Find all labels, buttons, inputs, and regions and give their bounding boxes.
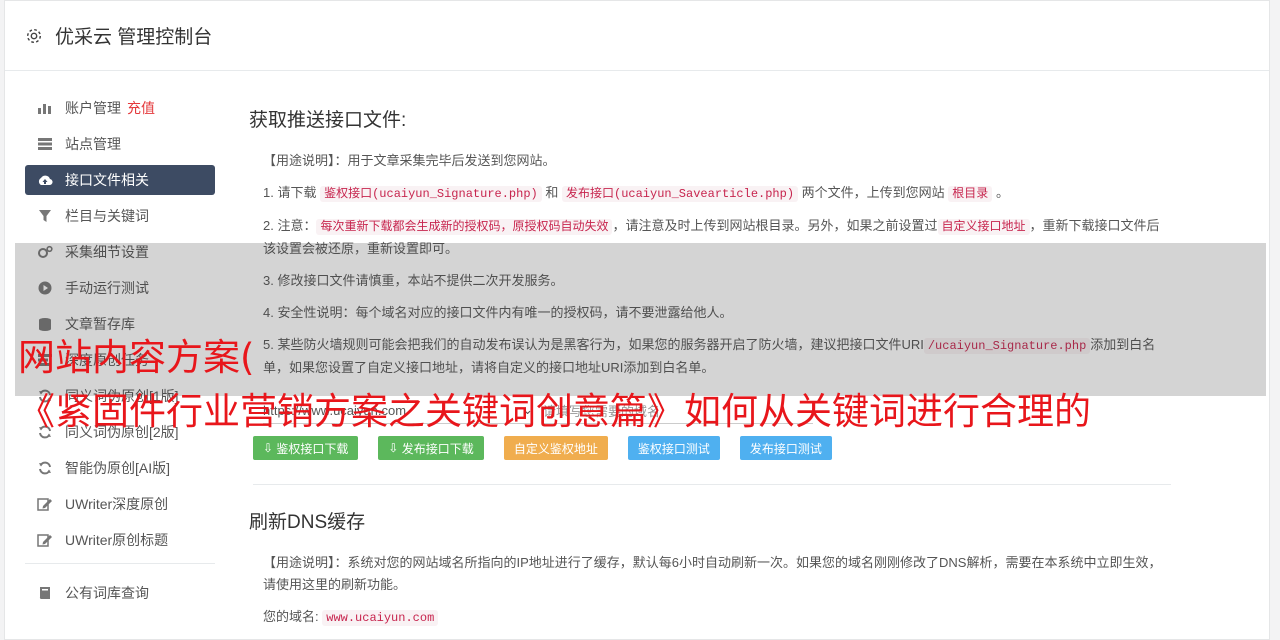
domain-label: 您的域名:: [263, 609, 319, 624]
button-label: 自定义鉴权地址: [513, 441, 598, 456]
button-label: 发布接口下载: [401, 441, 474, 456]
recharge-link[interactable]: 充值: [127, 98, 155, 118]
cloud-upload-icon: [37, 172, 53, 188]
sidebar-item-label: 栏目与关键词: [65, 208, 149, 224]
code-auth-warning: 每次重新下载都会生成新的授权码，原授权码自动失效: [316, 219, 613, 235]
dns-usage-note: 【用途说明】：系统对您的网站域名所指向的IP地址进行了缓存，默认每6小时自动刷新…: [263, 552, 1169, 596]
auth-test-button[interactable]: 鉴权接口测试: [627, 436, 720, 460]
sidebar-item-label: 公有词库查询: [65, 585, 149, 601]
text: 两个文件，上传到您网站: [801, 185, 945, 200]
instruction-1: 1. 请下载 鉴权接口(ucaiyun_Signature.php) 和 发布接…: [263, 182, 1169, 205]
button-label: 发布接口测试: [749, 441, 822, 456]
bar-chart-icon: [37, 100, 53, 116]
sidebar-item-uwriter-title[interactable]: UWriter原创标题: [25, 525, 215, 555]
sidebar-item-label: 账户管理: [65, 100, 121, 116]
sidebar-item-account[interactable]: 账户管理 充值: [25, 93, 215, 123]
sidebar-item-sites[interactable]: 站点管理: [25, 129, 215, 159]
sidebar-divider: [25, 563, 215, 564]
usage-text: ：系统对您的网站域名所指向的IP地址进行了缓存，默认每6小时自动刷新一次。如果您…: [263, 555, 1162, 592]
sidebar-item-ai-rewrite[interactable]: 智能伪原创[AI版]: [25, 453, 215, 483]
code-root-dir: 根目录: [948, 186, 993, 202]
page-title: 优采云 管理控制台: [55, 27, 213, 48]
refresh-icon: [37, 460, 53, 476]
edit-icon: [37, 496, 53, 512]
sidebar-item-columns-keywords[interactable]: 栏目与关键词: [25, 201, 215, 231]
domain-display: 您的域名: www.ucaiyun.com: [263, 606, 1169, 629]
usage-label: 【用途说明】: [263, 153, 335, 168]
publish-download-button[interactable]: ⇩ 发布接口下载: [378, 436, 484, 460]
domain-value: www.ucaiyun.com: [322, 610, 439, 626]
auth-download-button[interactable]: ⇩ 鉴权接口下载: [253, 436, 359, 460]
code-publish-file: 发布接口(ucaiyun_Savearticle.php): [562, 186, 799, 202]
text: 2. 注意：: [263, 218, 317, 233]
sidebar-item-interface-files[interactable]: 接口文件相关: [25, 165, 215, 195]
sidebar-item-uwriter-original[interactable]: UWriter深度原创: [25, 489, 215, 519]
sidebar-item-label: 站点管理: [65, 136, 121, 152]
sidebar-item-label: 智能伪原创[AI版]: [65, 460, 171, 476]
sidebar-item-label: UWriter原创标题: [65, 532, 169, 548]
text: 1. 请下载: [263, 185, 317, 200]
gear-icon: [26, 28, 42, 43]
filter-icon: [37, 208, 53, 224]
section-title-interface-files: 获取推送接口文件:: [249, 110, 407, 131]
download-icon: ⇩: [263, 441, 277, 455]
sidebar-item-label: UWriter深度原创: [65, 496, 169, 512]
publish-test-button[interactable]: 发布接口测试: [739, 436, 832, 460]
button-label: 鉴权接口下载: [276, 441, 349, 456]
header-bar: 优采云 管理控制台: [5, 1, 1269, 71]
overlay-headline-2: 《紧固件行业营销方案之关键词创意篇》如何从关键词进行合理的: [18, 390, 1091, 433]
sidebar-item-public-lexicon[interactable]: 公有词库查询: [25, 578, 215, 608]
text: 。: [995, 185, 1009, 200]
text: ，请注意及时上传到网站根目录。另外，如果之前设置过: [612, 218, 938, 233]
server-icon: [37, 136, 53, 152]
usage-text: ：用于文章采集完毕后发送到您网站。: [334, 153, 556, 168]
section-divider: [253, 484, 1171, 485]
usage-label: 【用途说明】: [263, 555, 335, 570]
text: 和: [545, 185, 559, 200]
custom-auth-button[interactable]: 自定义鉴权地址: [503, 436, 608, 460]
sidebar-item-label: 接口文件相关: [65, 172, 149, 188]
button-label: 鉴权接口测试: [637, 441, 710, 456]
book-icon: [37, 585, 53, 601]
code-custom-address: 自定义接口地址: [937, 219, 1030, 235]
usage-note: 【用途说明】：用于文章采集完毕后发送到您网站。: [263, 150, 1169, 172]
download-icon: ⇩: [388, 441, 402, 455]
code-auth-file: 鉴权接口(ucaiyun_Signature.php): [320, 186, 542, 202]
edit-icon: [37, 532, 53, 548]
section-title-dns: 刷新DNS缓存: [249, 512, 366, 533]
overlay-headline-1: 网站内容方案(: [18, 336, 255, 379]
button-group: ⇩ 鉴权接口下载 ⇩ 发布接口下载 自定义鉴权地址 鉴权接口测试 发布接口测试: [253, 436, 1169, 460]
